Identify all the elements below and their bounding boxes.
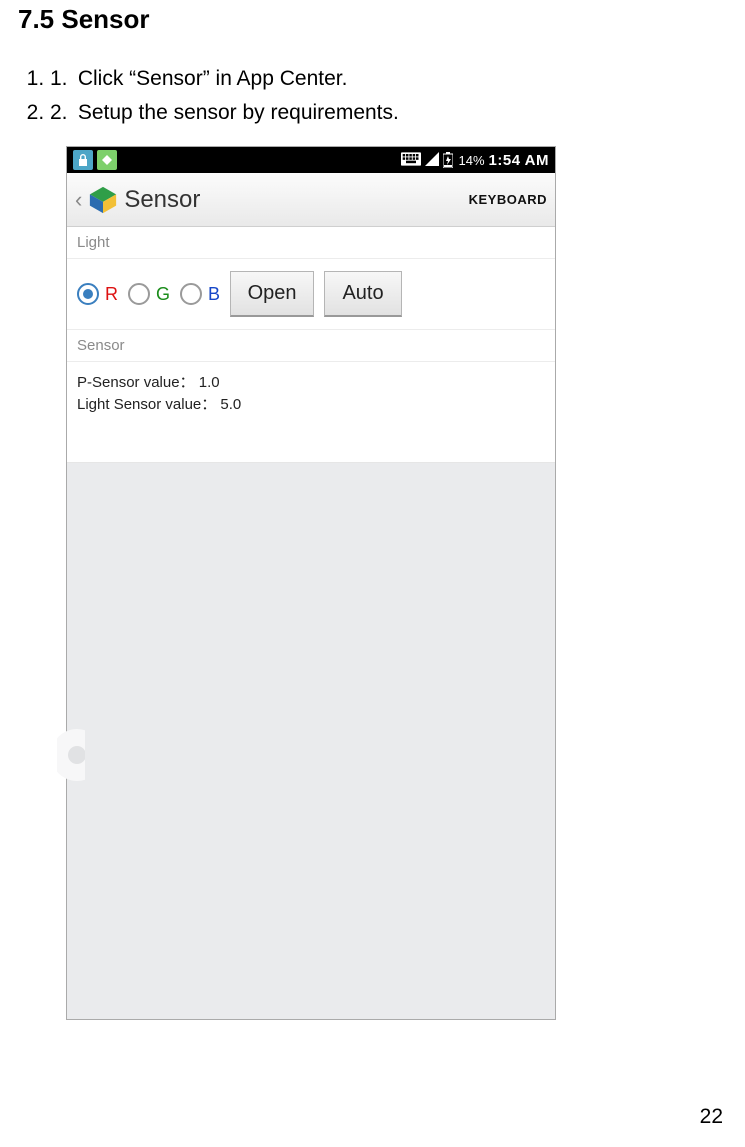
battery-percent: 14% [459, 153, 485, 168]
label-b: B [208, 284, 220, 305]
radio-g-group[interactable]: G [128, 283, 170, 305]
light-sensor-label: Light Sensor value： [77, 396, 216, 413]
step-1-num: 1. [50, 63, 72, 95]
steps-list: 1. Click “Sensor” in App Center. 2. Setu… [50, 63, 727, 128]
light-sensor-row: Light Sensor value： 5.0 [77, 394, 545, 416]
device-screenshot: 14% 1:54 AM ‹ Sensor KEYBOARD Light R [66, 146, 556, 1020]
status-time: 1:54 AM [489, 152, 549, 169]
section-heading: 7.5 Sensor [18, 4, 727, 35]
assistive-bubble-icon[interactable] [57, 727, 113, 783]
keyboard-button[interactable]: KEYBOARD [469, 192, 547, 207]
p-sensor-label: P-Sensor value： [77, 374, 195, 391]
battery-icon [443, 152, 453, 168]
radio-b-group[interactable]: B [180, 283, 220, 305]
status-right: 14% 1:54 AM [401, 152, 550, 169]
step-2-text: Setup the sensor by requirements. [78, 101, 399, 124]
section-header-sensor: Sensor [67, 330, 555, 362]
radio-b[interactable] [180, 283, 202, 305]
sensor-values: P-Sensor value： 1.0 Light Sensor value： … [67, 362, 555, 463]
light-sensor-value: 5.0 [220, 396, 241, 413]
p-sensor-value: 1.0 [199, 374, 220, 391]
keyboard-icon [401, 152, 421, 169]
radio-g[interactable] [128, 283, 150, 305]
green-status-icon [97, 150, 117, 170]
status-left [73, 150, 117, 170]
label-g: G [156, 284, 170, 305]
blank-area [67, 463, 555, 1019]
page-number: 22 [700, 1105, 723, 1129]
back-icon[interactable]: ‹ [75, 187, 82, 213]
p-sensor-row: P-Sensor value： 1.0 [77, 372, 545, 394]
radio-r-group[interactable]: R [77, 283, 118, 305]
step-1-text: Click “Sensor” in App Center. [78, 67, 348, 90]
step-1: 1. Click “Sensor” in App Center. [50, 63, 727, 95]
label-r: R [105, 284, 118, 305]
radio-r[interactable] [77, 283, 99, 305]
status-bar: 14% 1:54 AM [67, 147, 555, 173]
app-header: ‹ Sensor KEYBOARD [67, 173, 555, 227]
light-controls: R G B Open Auto [67, 259, 555, 330]
auto-button[interactable]: Auto [324, 271, 402, 317]
app-title: Sensor [124, 186, 200, 214]
signal-icon [425, 152, 439, 169]
app-icon [88, 185, 118, 215]
open-button[interactable]: Open [230, 271, 314, 317]
section-header-light: Light [67, 227, 555, 259]
step-2: 2. Setup the sensor by requirements. [50, 97, 727, 129]
step-2-num: 2. [50, 97, 72, 129]
lock-icon [73, 150, 93, 170]
